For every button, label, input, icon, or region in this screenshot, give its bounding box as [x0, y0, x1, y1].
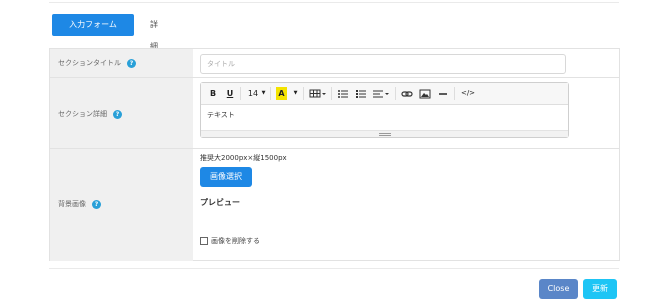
row-section-detail: セクション詳細? B U 14 ▼ A ▼ </> テキスト	[50, 77, 619, 149]
chevron-down-icon[interactable]: ▼	[292, 87, 299, 100]
row-section-title: セクションタイトル? タイトル	[50, 49, 619, 77]
label-cell: 背景画像?	[50, 149, 193, 261]
editor-content[interactable]: テキスト	[207, 110, 235, 120]
bullet-list-icon[interactable]	[337, 87, 349, 100]
update-button[interactable]: 更新	[583, 279, 617, 299]
align-icon[interactable]	[372, 87, 390, 100]
label-cell: セクションタイトル?	[50, 49, 193, 77]
help-icon[interactable]: ?	[127, 58, 136, 68]
image-size-note: 推奨大2000px×縦1500px	[200, 154, 287, 162]
font-size-select[interactable]: 14	[246, 87, 260, 100]
rich-text-editor: B U 14 ▼ A ▼ </> テキスト	[200, 82, 569, 138]
delete-image-option[interactable]: 画像を削除する	[200, 236, 260, 246]
label-cell: セクション詳細?	[50, 78, 193, 149]
field-label: 背景画像?	[58, 199, 101, 209]
toolbar-separator	[331, 87, 332, 100]
resize-handle[interactable]	[201, 130, 568, 137]
table-icon[interactable]	[309, 87, 327, 100]
chevron-down-icon: ▼	[261, 90, 266, 96]
tab-detail-settings[interactable]: 詳細設定	[150, 14, 158, 95]
delete-image-checkbox[interactable]	[200, 237, 208, 245]
field-label: セクションタイトル?	[58, 58, 136, 68]
toolbar-separator	[395, 87, 396, 100]
section-title-input[interactable]: タイトル	[200, 54, 566, 74]
delete-image-label: 画像を削除する	[211, 237, 260, 245]
select-image-button[interactable]: 画像選択	[200, 167, 252, 187]
help-icon[interactable]: ?	[92, 199, 101, 209]
background-image-label: 背景画像	[58, 200, 86, 208]
underline-button[interactable]: U	[225, 87, 235, 100]
image-icon[interactable]	[419, 87, 431, 100]
edit-form: セクションタイトル? タイトル セクション詳細? B U 14 ▼ A ▼ </…	[49, 48, 620, 261]
font-color-button[interactable]: A	[276, 87, 287, 100]
bold-button[interactable]: B	[208, 87, 218, 100]
section-title-label: セクションタイトル	[58, 59, 121, 67]
toolbar-separator	[303, 87, 304, 100]
code-view-button[interactable]: </>	[460, 87, 476, 100]
toolbar-separator	[270, 87, 271, 100]
footer-divider	[49, 268, 619, 269]
field-label: セクション詳細?	[58, 109, 122, 119]
link-icon[interactable]	[401, 87, 413, 100]
section-detail-label: セクション詳細	[58, 110, 107, 118]
horizontal-rule-icon[interactable]	[437, 87, 449, 100]
preview-label: プレビュー	[200, 198, 240, 207]
tab-input-form[interactable]: 入力フォーム	[52, 14, 134, 36]
top-divider	[49, 2, 619, 3]
toolbar-separator	[240, 87, 241, 100]
numbered-list-icon[interactable]	[355, 87, 367, 100]
toolbar-separator	[454, 87, 455, 100]
grip-icon	[379, 133, 391, 134]
row-background-image: 背景画像? 推奨大2000px×縦1500px 画像選択 プレビュー 画像を削除…	[50, 148, 619, 261]
help-icon[interactable]: ?	[113, 109, 122, 119]
editor-toolbar: B U 14 ▼ A ▼ </>	[201, 83, 568, 105]
close-button[interactable]: Close	[539, 279, 578, 299]
